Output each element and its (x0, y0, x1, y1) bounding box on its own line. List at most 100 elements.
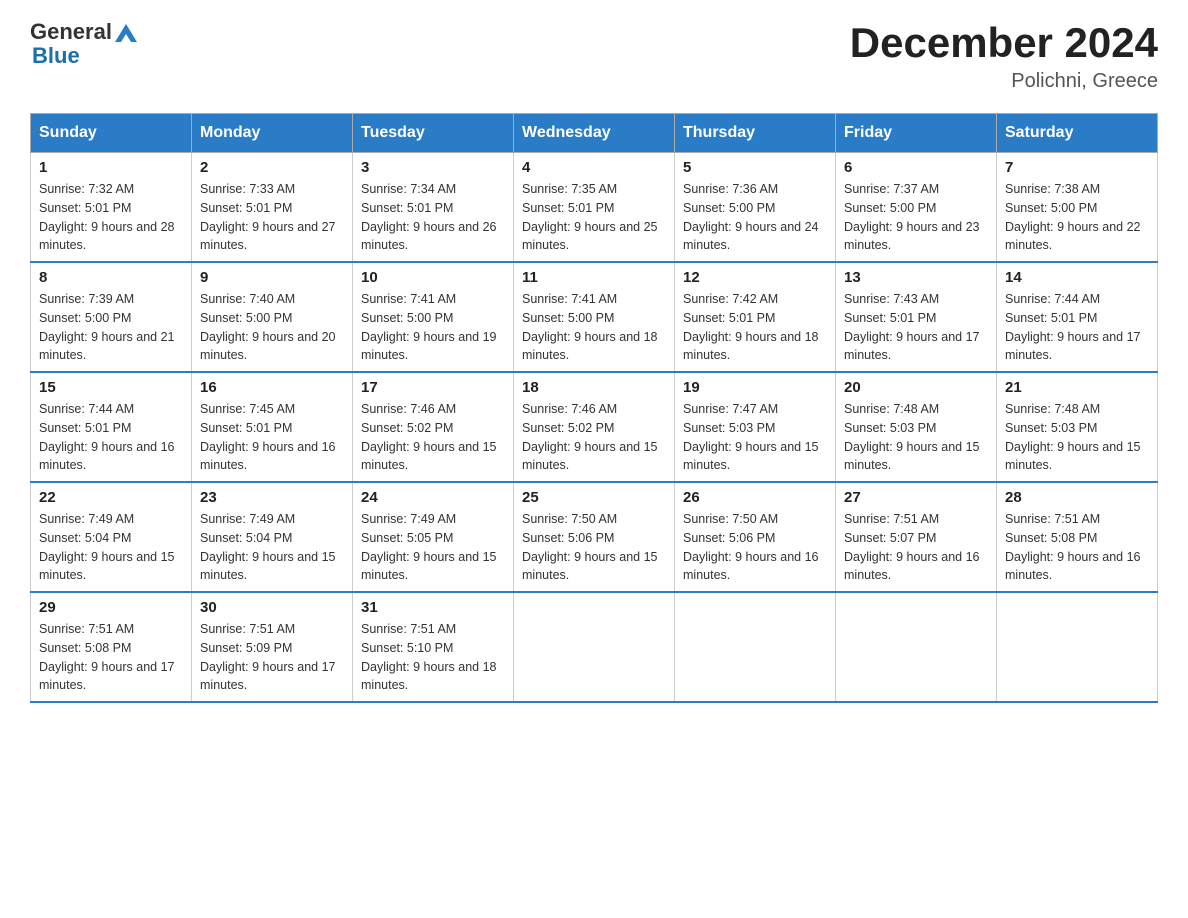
calendar-cell: 4Sunrise: 7:35 AMSunset: 5:01 PMDaylight… (514, 153, 675, 263)
day-number: 11 (522, 269, 666, 286)
calendar-cell: 31 Sunrise: 7:51 AMSunset: 5:10 PMDayligh… (353, 592, 514, 702)
calendar-week-row: 8 Sunrise: 7:39 AMSunset: 5:00 PMDaylight… (31, 262, 1158, 372)
day-info: Sunrise: 7:50 AMSunset: 5:06 PMDaylight:… (683, 510, 827, 585)
day-number: 15 (39, 379, 183, 396)
calendar-cell: 20 Sunrise: 7:48 AMSunset: 5:03 PMDayligh… (836, 372, 997, 482)
day-info: Sunrise: 7:48 AMSunset: 5:03 PMDaylight:… (1005, 400, 1149, 475)
logo-triangle-icon (115, 20, 137, 42)
day-info: Sunrise: 7:39 AMSunset: 5:00 PMDaylight:… (39, 290, 183, 365)
page-header: General Blue December 2024 Polichni, Gre… (30, 20, 1158, 93)
day-info: Sunrise: 7:51 AMSunset: 5:08 PMDaylight:… (1005, 510, 1149, 585)
calendar-cell: 23 Sunrise: 7:49 AMSunset: 5:04 PMDayligh… (192, 482, 353, 592)
day-info: Sunrise: 7:41 AMSunset: 5:00 PMDaylight:… (361, 290, 505, 365)
calendar-cell: 30 Sunrise: 7:51 AMSunset: 5:09 PMDayligh… (192, 592, 353, 702)
calendar-cell: 8 Sunrise: 7:39 AMSunset: 5:00 PMDaylight… (31, 262, 192, 372)
logo-general-text: General (30, 20, 112, 44)
day-number: 9 (200, 269, 344, 286)
day-number: 16 (200, 379, 344, 396)
day-info: Sunrise: 7:51 AMSunset: 5:10 PMDaylight:… (361, 620, 505, 695)
calendar-cell: 19 Sunrise: 7:47 AMSunset: 5:03 PMDayligh… (675, 372, 836, 482)
calendar-cell: 29 Sunrise: 7:51 AMSunset: 5:08 PMDayligh… (31, 592, 192, 702)
calendar-cell: 13Sunrise: 7:43 AMSunset: 5:01 PMDayligh… (836, 262, 997, 372)
day-info: Sunrise: 7:49 AMSunset: 5:04 PMDaylight:… (200, 510, 344, 585)
calendar-cell: 3 Sunrise: 7:34 AMSunset: 5:01 PMDaylight… (353, 153, 514, 263)
calendar-cell: 6 Sunrise: 7:37 AMSunset: 5:00 PMDaylight… (836, 153, 997, 263)
day-number: 28 (1005, 489, 1149, 506)
day-number: 23 (200, 489, 344, 506)
day-number: 7 (1005, 159, 1149, 176)
day-info: Sunrise: 7:49 AMSunset: 5:04 PMDaylight:… (39, 510, 183, 585)
day-number: 6 (844, 159, 988, 176)
day-number: 17 (361, 379, 505, 396)
day-info: Sunrise: 7:43 AMSunset: 5:01 PMDaylight:… (844, 290, 988, 365)
logo: General Blue (30, 20, 137, 68)
calendar-cell (675, 592, 836, 702)
day-number: 4 (522, 159, 666, 176)
day-info: Sunrise: 7:51 AMSunset: 5:07 PMDaylight:… (844, 510, 988, 585)
day-number: 18 (522, 379, 666, 396)
calendar-title: December 2024 (850, 20, 1158, 66)
calendar-cell: 25Sunrise: 7:50 AMSunset: 5:06 PMDayligh… (514, 482, 675, 592)
day-number: 5 (683, 159, 827, 176)
day-info: Sunrise: 7:49 AMSunset: 5:05 PMDaylight:… (361, 510, 505, 585)
day-number: 24 (361, 489, 505, 506)
calendar-day-header: Wednesday (514, 114, 675, 153)
calendar-cell (836, 592, 997, 702)
calendar-cell: 26 Sunrise: 7:50 AMSunset: 5:06 PMDayligh… (675, 482, 836, 592)
day-info: Sunrise: 7:51 AMSunset: 5:08 PMDaylight:… (39, 620, 183, 695)
day-number: 26 (683, 489, 827, 506)
calendar-week-row: 22Sunrise: 7:49 AMSunset: 5:04 PMDayligh… (31, 482, 1158, 592)
calendar-week-row: 15Sunrise: 7:44 AMSunset: 5:01 PMDayligh… (31, 372, 1158, 482)
calendar-cell: 12 Sunrise: 7:42 AMSunset: 5:01 PMDayligh… (675, 262, 836, 372)
day-number: 1 (39, 159, 183, 176)
day-info: Sunrise: 7:47 AMSunset: 5:03 PMDaylight:… (683, 400, 827, 475)
calendar-cell: 1Sunrise: 7:32 AMSunset: 5:01 PMDaylight… (31, 153, 192, 263)
day-info: Sunrise: 7:48 AMSunset: 5:03 PMDaylight:… (844, 400, 988, 475)
calendar-cell: 16 Sunrise: 7:45 AMSunset: 5:01 PMDayligh… (192, 372, 353, 482)
day-info: Sunrise: 7:42 AMSunset: 5:01 PMDaylight:… (683, 290, 827, 365)
calendar-day-header: Thursday (675, 114, 836, 153)
day-info: Sunrise: 7:44 AMSunset: 5:01 PMDaylight:… (1005, 290, 1149, 365)
day-info: Sunrise: 7:34 AMSunset: 5:01 PMDaylight:… (361, 180, 505, 255)
day-number: 31 (361, 599, 505, 616)
calendar-table: SundayMondayTuesdayWednesdayThursdayFrid… (30, 113, 1158, 703)
day-number: 20 (844, 379, 988, 396)
calendar-cell: 24 Sunrise: 7:49 AMSunset: 5:05 PMDayligh… (353, 482, 514, 592)
calendar-day-header: Saturday (997, 114, 1158, 153)
calendar-cell: 15Sunrise: 7:44 AMSunset: 5:01 PMDayligh… (31, 372, 192, 482)
calendar-cell (514, 592, 675, 702)
calendar-cell: 5 Sunrise: 7:36 AMSunset: 5:00 PMDaylight… (675, 153, 836, 263)
day-number: 27 (844, 489, 988, 506)
calendar-day-header: Tuesday (353, 114, 514, 153)
day-number: 10 (361, 269, 505, 286)
day-info: Sunrise: 7:37 AMSunset: 5:00 PMDaylight:… (844, 180, 988, 255)
calendar-cell: 2 Sunrise: 7:33 AMSunset: 5:01 PMDaylight… (192, 153, 353, 263)
calendar-day-header: Friday (836, 114, 997, 153)
day-info: Sunrise: 7:45 AMSunset: 5:01 PMDaylight:… (200, 400, 344, 475)
day-number: 3 (361, 159, 505, 176)
day-info: Sunrise: 7:33 AMSunset: 5:01 PMDaylight:… (200, 180, 344, 255)
calendar-cell: 7 Sunrise: 7:38 AMSunset: 5:00 PMDaylight… (997, 153, 1158, 263)
calendar-cell: 14 Sunrise: 7:44 AMSunset: 5:01 PMDayligh… (997, 262, 1158, 372)
calendar-cell: 10 Sunrise: 7:41 AMSunset: 5:00 PMDayligh… (353, 262, 514, 372)
day-info: Sunrise: 7:46 AMSunset: 5:02 PMDaylight:… (361, 400, 505, 475)
day-info: Sunrise: 7:51 AMSunset: 5:09 PMDaylight:… (200, 620, 344, 695)
day-number: 29 (39, 599, 183, 616)
day-info: Sunrise: 7:38 AMSunset: 5:00 PMDaylight:… (1005, 180, 1149, 255)
day-number: 14 (1005, 269, 1149, 286)
calendar-week-row: 29 Sunrise: 7:51 AMSunset: 5:08 PMDayligh… (31, 592, 1158, 702)
calendar-cell: 17 Sunrise: 7:46 AMSunset: 5:02 PMDayligh… (353, 372, 514, 482)
day-number: 30 (200, 599, 344, 616)
day-number: 8 (39, 269, 183, 286)
day-number: 19 (683, 379, 827, 396)
calendar-cell: 28 Sunrise: 7:51 AMSunset: 5:08 PMDayligh… (997, 482, 1158, 592)
day-number: 12 (683, 269, 827, 286)
calendar-subtitle: Polichni, Greece (850, 70, 1158, 93)
day-number: 21 (1005, 379, 1149, 396)
day-number: 2 (200, 159, 344, 176)
calendar-cell: 18Sunrise: 7:46 AMSunset: 5:02 PMDayligh… (514, 372, 675, 482)
day-info: Sunrise: 7:36 AMSunset: 5:00 PMDaylight:… (683, 180, 827, 255)
day-info: Sunrise: 7:41 AMSunset: 5:00 PMDaylight:… (522, 290, 666, 365)
calendar-header-row: SundayMondayTuesdayWednesdayThursdayFrid… (31, 114, 1158, 153)
day-info: Sunrise: 7:40 AMSunset: 5:00 PMDaylight:… (200, 290, 344, 365)
